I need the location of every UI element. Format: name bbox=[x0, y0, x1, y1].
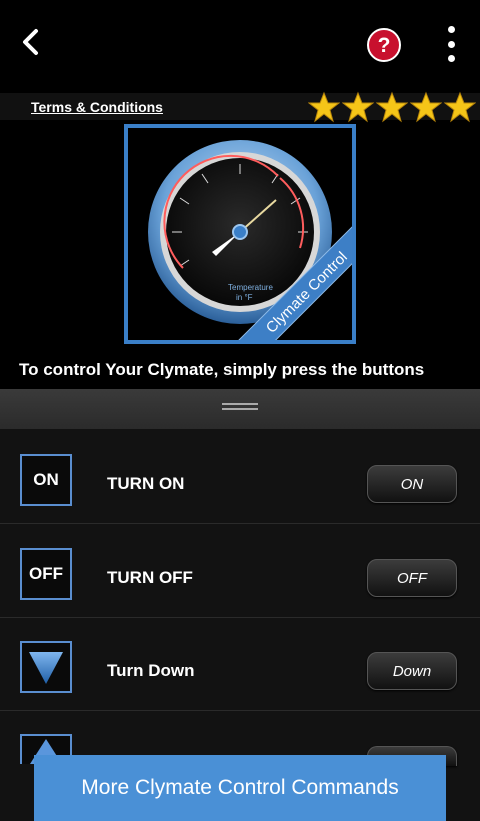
svg-text:Temperature: Temperature bbox=[228, 283, 273, 292]
turn-on-button[interactable]: ON bbox=[367, 465, 457, 503]
arrow-down-icon[interactable] bbox=[20, 641, 72, 693]
kebab-dot bbox=[447, 55, 455, 62]
command-label: Turn Down bbox=[107, 661, 195, 680]
app-logo-gauge: Temperature in °F Clymate Control bbox=[124, 124, 356, 344]
command-label: TURN ON bbox=[107, 474, 185, 493]
svg-text:?: ? bbox=[378, 34, 391, 57]
terms-link[interactable]: Terms & Conditions bbox=[31, 99, 163, 115]
turn-down-button[interactable]: Down bbox=[367, 652, 457, 690]
star-icon bbox=[410, 91, 442, 123]
star-icon bbox=[342, 91, 374, 123]
back-button[interactable] bbox=[10, 22, 50, 62]
more-commands-button[interactable]: More Clymate Control Commands bbox=[34, 755, 446, 821]
svg-text:in °F: in °F bbox=[236, 293, 253, 302]
turn-off-button[interactable]: OFF bbox=[367, 559, 457, 597]
power-on-icon[interactable]: ON bbox=[20, 454, 72, 506]
command-row-turn-on: ON TURN ON ON bbox=[0, 430, 480, 524]
chevron-left-icon bbox=[23, 29, 38, 55]
star-icon bbox=[376, 91, 408, 123]
kebab-dot bbox=[447, 26, 455, 33]
command-row-turn-down: Turn Down Down bbox=[0, 617, 480, 711]
star-icon bbox=[444, 91, 476, 123]
help-button[interactable]: ? bbox=[366, 27, 402, 63]
instructions-text: To control Your Clymate, simply press th… bbox=[19, 360, 425, 379]
kebab-dot bbox=[447, 40, 455, 48]
help-icon: ? bbox=[367, 28, 401, 62]
grip-icon bbox=[222, 403, 258, 411]
star-icon bbox=[308, 91, 340, 123]
command-row-turn-off: OFF TURN OFF OFF bbox=[0, 524, 480, 618]
triangle-down-icon bbox=[29, 652, 63, 684]
overflow-menu-button[interactable] bbox=[438, 22, 464, 66]
action-bar bbox=[0, 0, 480, 84]
command-label: TURN OFF bbox=[107, 568, 193, 587]
rating-stars[interactable] bbox=[308, 91, 476, 123]
thermometer-gauge-icon: Temperature in °F Clymate Control bbox=[148, 140, 352, 340]
power-off-icon[interactable]: OFF bbox=[20, 548, 72, 600]
